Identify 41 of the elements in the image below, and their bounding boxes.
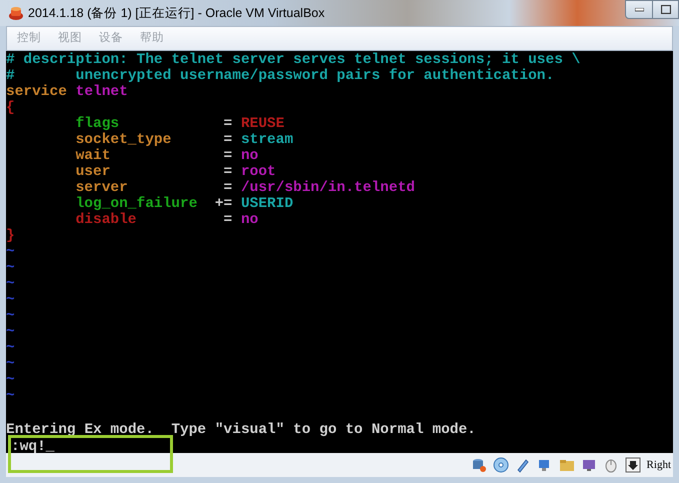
terminal-line: ~ <box>6 244 15 260</box>
terminal-line: ~ <box>6 276 15 292</box>
terminal-line: ~ <box>6 340 15 356</box>
terminal-line: { <box>6 100 15 116</box>
terminal-line: ~ <box>6 308 15 324</box>
menu-item[interactable]: 控制 <box>17 30 41 48</box>
window-title: 2014.1.18 (备份 1) [正在运行] - Oracle VM VirtualBox <box>28 4 325 22</box>
minimize-button[interactable] <box>625 0 653 19</box>
terminal-line: disable = no <box>74 212 258 228</box>
terminal-line: ~ <box>6 356 15 372</box>
terminal-line: } <box>6 228 15 244</box>
terminal-line: wait = no <box>74 148 258 164</box>
hard-disk-icon[interactable] <box>470 457 487 473</box>
status-message: Entering Ex mode. Type "visual" to go to Normal mode. <box>6 422 476 438</box>
pen-icon[interactable] <box>514 457 531 473</box>
menu-item[interactable]: 帮助 <box>140 30 164 48</box>
terminal-line: ~ <box>6 372 15 388</box>
terminal-line: flags = REUSE <box>74 116 284 132</box>
monitor-icon[interactable] <box>580 457 597 473</box>
menu-item[interactable]: 视图 <box>58 30 82 48</box>
terminal-line: # unencrypted username/password pairs for authentication. <box>6 68 554 84</box>
terminal-line: log_on_failure += USERID <box>74 196 294 212</box>
command-line[interactable]: :wq!_ <box>11 439 55 455</box>
terminal-line: ~ <box>6 260 15 276</box>
menu-item[interactable]: 设备 <box>99 30 123 48</box>
minimize-icon <box>634 8 644 12</box>
maximize-icon <box>660 5 670 14</box>
mouse-icon[interactable] <box>602 457 619 473</box>
terminal-line: # description: The telnet server serves telnet sessions; it uses \ <box>6 52 580 68</box>
terminal-line: ~ <box>6 292 15 308</box>
maximize-button[interactable] <box>653 0 679 19</box>
host-key-label: Right <box>646 458 671 473</box>
terminal-line: server = /usr/sbin/in.telnetd <box>74 180 415 196</box>
terminal-line: ~ <box>6 324 15 340</box>
terminal-line: user = root <box>74 164 276 180</box>
app-icon <box>8 5 24 21</box>
disc-icon[interactable] <box>492 457 509 473</box>
terminal-line: socket_type = stream <box>74 132 294 148</box>
terminal-line: service telnet <box>6 84 128 100</box>
arrow-down-icon[interactable] <box>624 457 641 473</box>
terminal-line: ~ <box>6 388 15 404</box>
